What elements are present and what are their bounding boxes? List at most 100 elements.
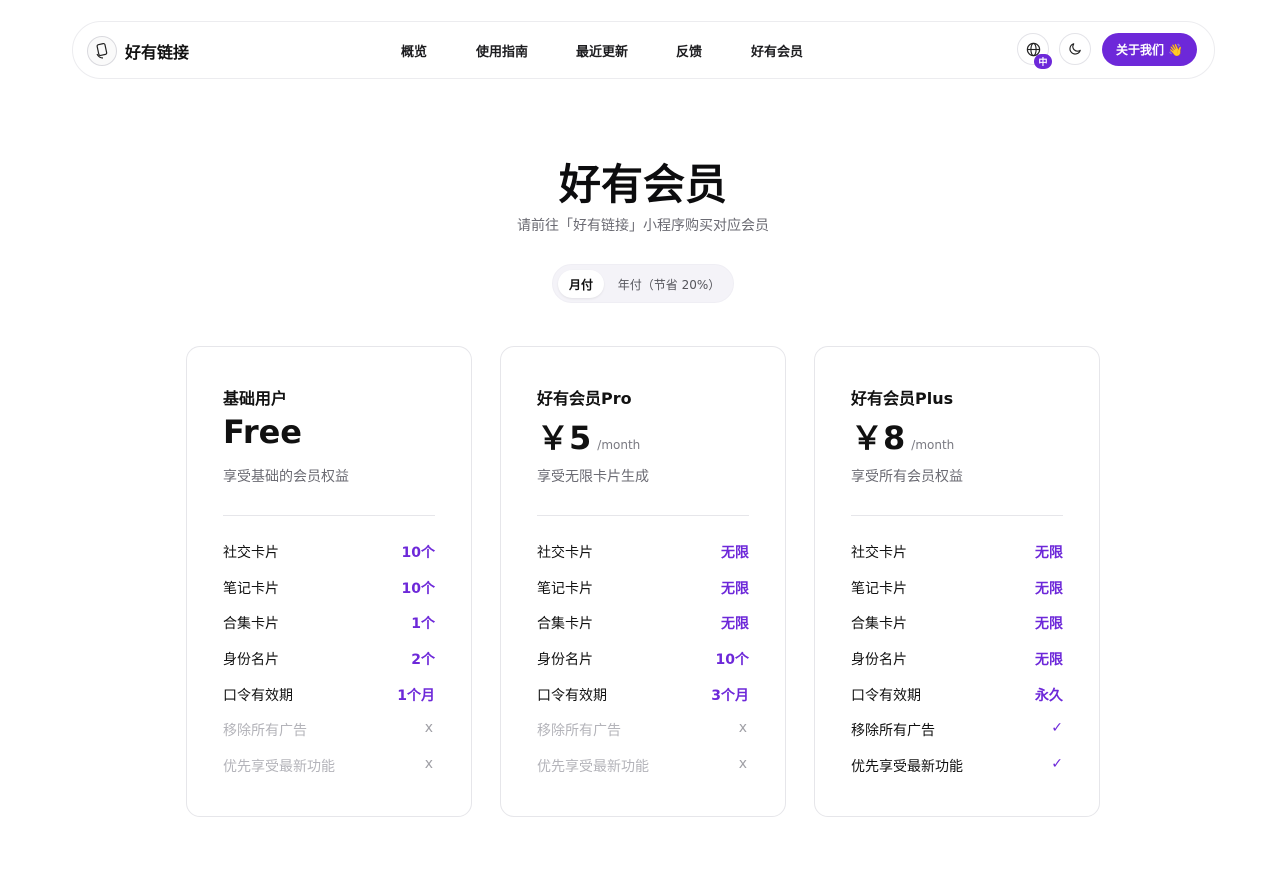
feature-row: 口令有效期 3个月 <box>537 685 749 721</box>
plan-description: 享受基础的会员权益 <box>223 469 349 485</box>
feature-label: 合集卡片 <box>851 616 907 633</box>
page-subtitle: 请前往「好有链接」小程序购买对应会员 <box>517 218 769 234</box>
language-badge: 中 <box>1034 54 1052 69</box>
nav-membership[interactable]: 好有会员 <box>751 41 803 60</box>
feature-value: 1个 <box>411 616 435 633</box>
nav-feedback[interactable]: 反馈 <box>676 41 702 60</box>
plan-card-plus: 好有会员Plus ￥8 /month 享受所有会员权益 社交卡片 无限 笔记卡片 无限… <box>814 346 1100 817</box>
feature-label: 口令有效期 <box>537 687 607 704</box>
plan-price-row: ￥8 /month <box>851 413 954 459</box>
about-us-button[interactable]: 关于我们 👋 <box>1102 33 1197 66</box>
feature-list: 社交卡片 无限 笔记卡片 无限 合集卡片 无限 身份名片 10个 口令有效期 3个月 移除所有广告 x… <box>537 542 749 792</box>
cross-icon: x <box>424 756 433 773</box>
plan-price: ￥5 <box>537 419 592 457</box>
feature-value: 无限 <box>721 580 749 597</box>
brand-name: 好有链接 <box>125 43 190 62</box>
feature-row: 移除所有广告 x <box>223 720 435 756</box>
feature-row: 移除所有广告 ✓ <box>851 720 1063 756</box>
divider <box>537 515 749 516</box>
about-us-label: 关于我们 <box>1116 43 1165 57</box>
cross-icon: x <box>738 756 747 773</box>
plan-name: 好有会员Plus <box>851 389 954 408</box>
moon-icon <box>1069 43 1081 55</box>
feature-row: 身份名片 无限 <box>851 649 1063 685</box>
plan-description: 享受无限卡片生成 <box>537 469 649 485</box>
feature-label: 优先享受最新功能 <box>223 759 335 776</box>
feature-value: 3个月 <box>711 687 749 704</box>
plan-price: ￥8 <box>851 419 906 457</box>
feature-row: 社交卡片 10个 <box>223 542 435 578</box>
feature-label: 口令有效期 <box>851 687 921 704</box>
feature-value: 无限 <box>1035 616 1063 633</box>
feature-row: 口令有效期 1个月 <box>223 685 435 721</box>
feature-label: 移除所有广告 <box>537 723 621 740</box>
feature-row: 移除所有广告 x <box>537 720 749 756</box>
top-navbar: 好有链接 概览 使用指南 最近更新 反馈 好有会员 中 关于我们 👋 <box>72 21 1215 79</box>
feature-row: 社交卡片 无限 <box>851 542 1063 578</box>
feature-label: 优先享受最新功能 <box>851 759 963 776</box>
feature-label: 口令有效期 <box>223 687 293 704</box>
billing-toggle: 月付 年付（节省 20%） <box>552 264 734 303</box>
feature-row: 合集卡片 无限 <box>537 613 749 649</box>
page-title: 好有会员 <box>558 160 727 209</box>
feature-value: 无限 <box>1035 652 1063 669</box>
feature-label: 移除所有广告 <box>223 723 307 740</box>
feature-value: 无限 <box>721 545 749 561</box>
cross-icon: x <box>738 720 747 737</box>
feature-row: 优先享受最新功能 x <box>223 756 435 792</box>
feature-label: 移除所有广告 <box>851 723 935 740</box>
feature-list: 社交卡片 10个 笔记卡片 10个 合集卡片 1个 身份名片 2个 口令有效期 1个月 移除所有广告… <box>223 542 435 792</box>
plan-card-pro: 好有会员Pro ￥5 /month 享受无限卡片生成 社交卡片 无限 笔记卡片 无限合… <box>500 346 786 817</box>
feature-list: 社交卡片 无限 笔记卡片 无限 合集卡片 无限 身份名片 无限 口令有效期 永久 移除所有广告 ✓ 优先… <box>851 542 1063 792</box>
brand-logo-icon <box>87 36 117 66</box>
billing-yearly-option[interactable]: 年付（节省 20%） <box>613 270 725 298</box>
billing-monthly-option[interactable]: 月付 <box>558 270 604 298</box>
feature-row: 身份名片 2个 <box>223 649 435 685</box>
feature-row: 合集卡片 1个 <box>223 613 435 649</box>
nav-overview[interactable]: 概览 <box>401 41 427 60</box>
feature-value: 无限 <box>1035 580 1063 597</box>
feature-label: 笔记卡片 <box>537 580 593 597</box>
feature-label: 优先享受最新功能 <box>537 759 649 776</box>
feature-value: 2个 <box>411 652 435 669</box>
feature-label: 社交卡片 <box>223 545 279 561</box>
feature-label: 笔记卡片 <box>223 580 279 597</box>
theme-toggle-button[interactable] <box>1059 33 1091 65</box>
feature-value: 永久 <box>1035 687 1063 704</box>
feature-label: 合集卡片 <box>537 616 593 633</box>
feature-label: 社交卡片 <box>851 545 907 561</box>
feature-value: 无限 <box>1035 545 1063 561</box>
plan-name: 好有会员Pro <box>537 389 632 408</box>
plan-price-row: ￥5 /month <box>537 413 640 459</box>
feature-value: 1个月 <box>397 687 435 704</box>
cross-icon: x <box>424 720 433 737</box>
check-icon: ✓ <box>1051 756 1063 773</box>
plan-price-row: Free <box>223 413 308 451</box>
feature-row: 笔记卡片 无限 <box>851 578 1063 614</box>
feature-value: 10个 <box>401 580 435 597</box>
check-icon: ✓ <box>1051 720 1063 737</box>
nav-guide[interactable]: 使用指南 <box>476 41 528 60</box>
plan-description: 享受所有会员权益 <box>851 469 963 485</box>
plan-price-unit: /month <box>911 438 955 452</box>
feature-row: 优先享受最新功能 x <box>537 756 749 792</box>
feature-label: 社交卡片 <box>537 545 593 561</box>
feature-label: 合集卡片 <box>223 616 279 633</box>
feature-label: 笔记卡片 <box>851 580 907 597</box>
divider <box>851 515 1063 516</box>
feature-value: 10个 <box>401 545 435 561</box>
plan-card-basic: 基础用户 Free 享受基础的会员权益 社交卡片 10个 笔记卡片 10个 合集卡片 1个… <box>186 346 472 817</box>
waving-hand-icon: 👋 <box>1168 42 1183 57</box>
plan-price: Free <box>223 413 302 451</box>
divider <box>223 515 435 516</box>
plan-name: 基础用户 <box>223 389 288 408</box>
feature-row: 口令有效期 永久 <box>851 685 1063 721</box>
language-button[interactable]: 中 <box>1017 33 1052 69</box>
plan-price-unit: /month <box>597 438 641 452</box>
brand[interactable]: 好有链接 <box>87 35 189 67</box>
feature-value: 10个 <box>715 652 749 669</box>
feature-row: 笔记卡片 无限 <box>537 578 749 614</box>
nav-updates[interactable]: 最近更新 <box>576 41 628 60</box>
feature-row: 身份名片 10个 <box>537 649 749 685</box>
feature-label: 身份名片 <box>223 652 279 669</box>
